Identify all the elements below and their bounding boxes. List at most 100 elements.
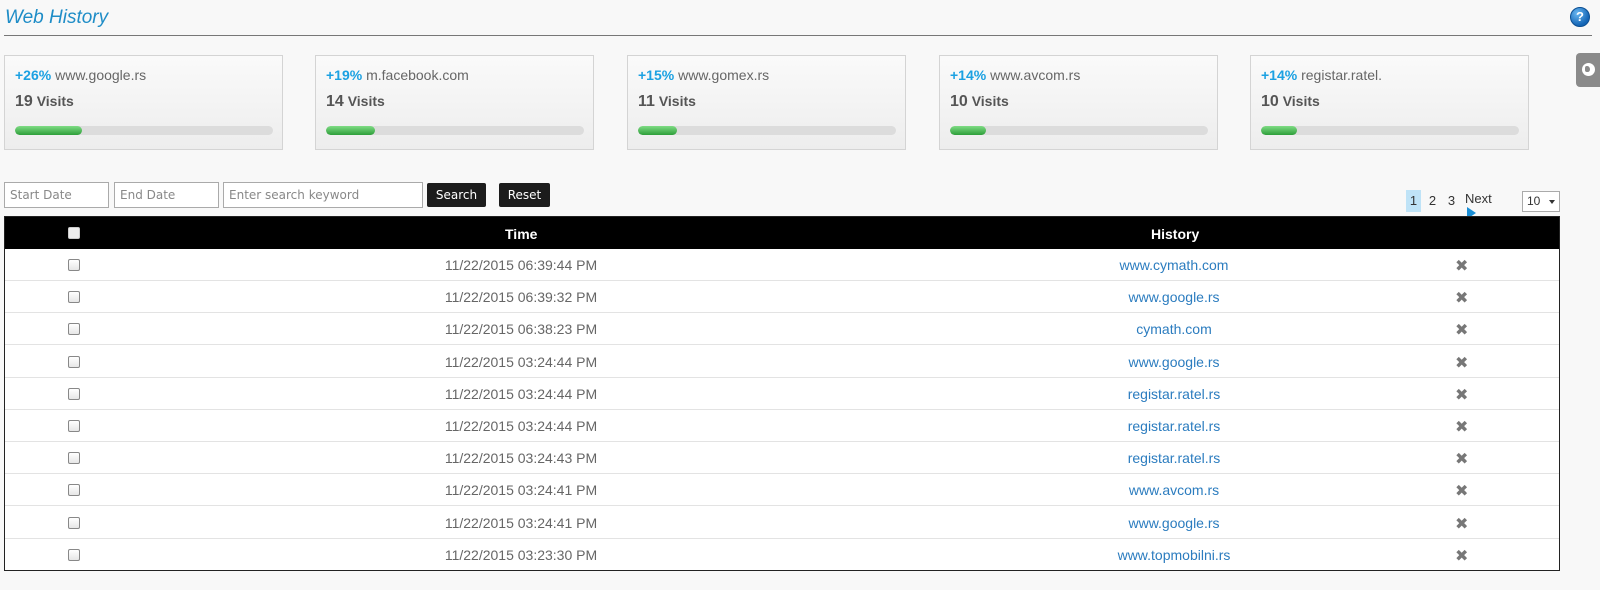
row-checkbox[interactable] (68, 516, 80, 529)
row-time: 11/22/2015 06:39:32 PM (444, 289, 598, 306)
next-label: Next (1465, 191, 1492, 206)
table-row: 11/22/2015 03:24:41 PM www.google.rs ✖ (5, 507, 1559, 539)
table-row: 11/22/2015 06:38:23 PM cymath.com ✖ (5, 313, 1559, 346)
per-page-value: 10 (1527, 194, 1541, 208)
visit-progress-bar (15, 126, 273, 135)
globe-icon (1582, 63, 1595, 76)
history-table: Time History 11/22/2015 06:39:44 PM www.c… (4, 216, 1560, 571)
row-time: 11/22/2015 06:38:23 PM (444, 321, 598, 338)
row-checkbox[interactable] (68, 548, 80, 561)
site-stat-card: +19% m.facebook.com 14 Visits (315, 55, 594, 150)
progress-fill (1261, 126, 1298, 135)
delete-icon[interactable]: ✖ (1455, 288, 1468, 308)
row-checkbox[interactable] (68, 355, 80, 368)
table-row: 11/22/2015 03:24:44 PM www.google.rs ✖ (5, 346, 1559, 378)
row-history-link[interactable]: www.cymath.com (1120, 257, 1229, 273)
row-history-link[interactable]: cymath.com (1136, 321, 1211, 337)
row-checkbox[interactable] (68, 387, 80, 400)
progress-fill (15, 126, 83, 135)
delete-icon[interactable]: ✖ (1455, 449, 1468, 469)
site-stat-card: +26% www.google.rs 19 Visits (4, 55, 283, 150)
reset-button[interactable]: Reset (499, 183, 550, 207)
row-checkbox[interactable] (68, 452, 80, 465)
delete-icon[interactable]: ✖ (1455, 385, 1468, 405)
row-history-link[interactable]: registar.ratel.rs (1128, 450, 1221, 466)
table-row: 11/22/2015 03:24:44 PM registar.ratel.rs ✖ (5, 410, 1559, 442)
search-keyword-input[interactable] (223, 182, 423, 208)
delete-icon[interactable]: ✖ (1455, 256, 1468, 276)
page-header: Web History ? (4, 4, 1592, 36)
table-row: 11/22/2015 06:39:32 PM www.google.rs ✖ (5, 281, 1559, 314)
delete-icon[interactable]: ✖ (1455, 417, 1468, 437)
visit-progress-bar (638, 126, 896, 135)
search-button[interactable]: Search (427, 183, 486, 207)
row-history-link[interactable]: www.google.rs (1128, 515, 1219, 531)
site-stat-card: +15% www.gomex.rs 11 Visits (627, 55, 906, 150)
growth-percent: +26% (15, 67, 52, 83)
row-history-link[interactable]: www.google.rs (1128, 289, 1219, 305)
row-checkbox[interactable] (68, 484, 80, 497)
visit-count: 19 (15, 93, 33, 110)
history-column-header: History (1151, 226, 1200, 242)
per-page-select[interactable]: 10 (1522, 191, 1560, 212)
side-panel-tab[interactable] (1576, 53, 1600, 87)
table-row: 11/22/2015 03:24:43 PM registar.ratel.rs ✖ (5, 442, 1559, 475)
growth-percent: +15% (638, 67, 675, 83)
row-time: 11/22/2015 06:39:44 PM (444, 257, 598, 273)
row-history-link[interactable]: registar.ratel.rs (1128, 386, 1221, 402)
visit-count: 14 (326, 93, 344, 110)
visit-count: 11 (638, 93, 655, 110)
table-row: 11/22/2015 03:24:41 PM www.avcom.rs ✖ (5, 474, 1559, 507)
page-3-link[interactable]: 3 (1444, 190, 1459, 212)
delete-icon[interactable]: ✖ (1455, 353, 1468, 373)
site-name: m.facebook.com (366, 67, 469, 83)
row-time: 11/22/2015 03:24:44 PM (444, 418, 598, 434)
site-stat-card: +14% registar.ratel. 10 Visits (1250, 55, 1529, 150)
chevron-down-icon (1549, 200, 1555, 204)
visit-label: Visits (658, 93, 696, 109)
delete-icon[interactable]: ✖ (1455, 320, 1468, 340)
site-name: registar.ratel. (1301, 67, 1383, 83)
site-stat-card: +14% www.avcom.rs 10 Visits (939, 55, 1218, 150)
delete-icon[interactable]: ✖ (1455, 546, 1468, 566)
progress-fill (326, 126, 376, 135)
visit-progress-bar (326, 126, 584, 135)
table-row: 11/22/2015 03:24:44 PM registar.ratel.rs ✖ (5, 378, 1559, 410)
row-history-link[interactable]: www.topmobilni.rs (1118, 547, 1231, 563)
row-checkbox[interactable] (68, 420, 80, 432)
help-icon[interactable]: ? (1570, 7, 1590, 27)
select-all-checkbox[interactable] (68, 227, 80, 239)
delete-icon[interactable]: ✖ (1455, 481, 1468, 501)
row-time: 11/22/2015 03:24:43 PM (444, 450, 598, 467)
row-time: 11/22/2015 03:23:30 PM (444, 546, 598, 563)
progress-fill (950, 126, 987, 135)
progress-fill (638, 126, 677, 135)
row-time: 11/22/2015 03:24:41 PM (444, 482, 598, 499)
row-time: 11/22/2015 03:24:44 PM (444, 385, 598, 402)
page-title: Web History (5, 7, 109, 28)
row-history-link[interactable]: www.google.rs (1128, 354, 1219, 370)
visit-count: 10 (950, 93, 968, 110)
row-checkbox[interactable] (68, 259, 80, 271)
visit-count: 10 (1261, 93, 1279, 110)
row-history-link[interactable]: registar.ratel.rs (1128, 418, 1221, 434)
visit-progress-bar (1261, 126, 1519, 135)
row-time: 11/22/2015 03:24:44 PM (444, 353, 598, 370)
visit-label: Visits (36, 93, 74, 109)
visit-progress-bar (950, 126, 1208, 135)
row-time: 11/22/2015 03:24:41 PM (444, 514, 598, 531)
growth-percent: +14% (1261, 67, 1298, 83)
delete-icon[interactable]: ✖ (1455, 514, 1468, 534)
page-2-link[interactable]: 2 (1425, 190, 1440, 212)
start-date-input[interactable] (4, 182, 109, 208)
visit-label: Visits (347, 93, 385, 109)
time-column-header: Time (505, 226, 538, 242)
row-history-link[interactable]: www.avcom.rs (1129, 482, 1219, 498)
end-date-input[interactable] (114, 182, 219, 208)
site-name: www.gomex.rs (678, 67, 770, 83)
row-checkbox[interactable] (68, 291, 80, 304)
page-1-link[interactable]: 1 (1406, 190, 1421, 212)
growth-percent: +19% (326, 67, 363, 83)
row-checkbox[interactable] (68, 323, 80, 336)
table-header: Time History (5, 217, 1559, 249)
